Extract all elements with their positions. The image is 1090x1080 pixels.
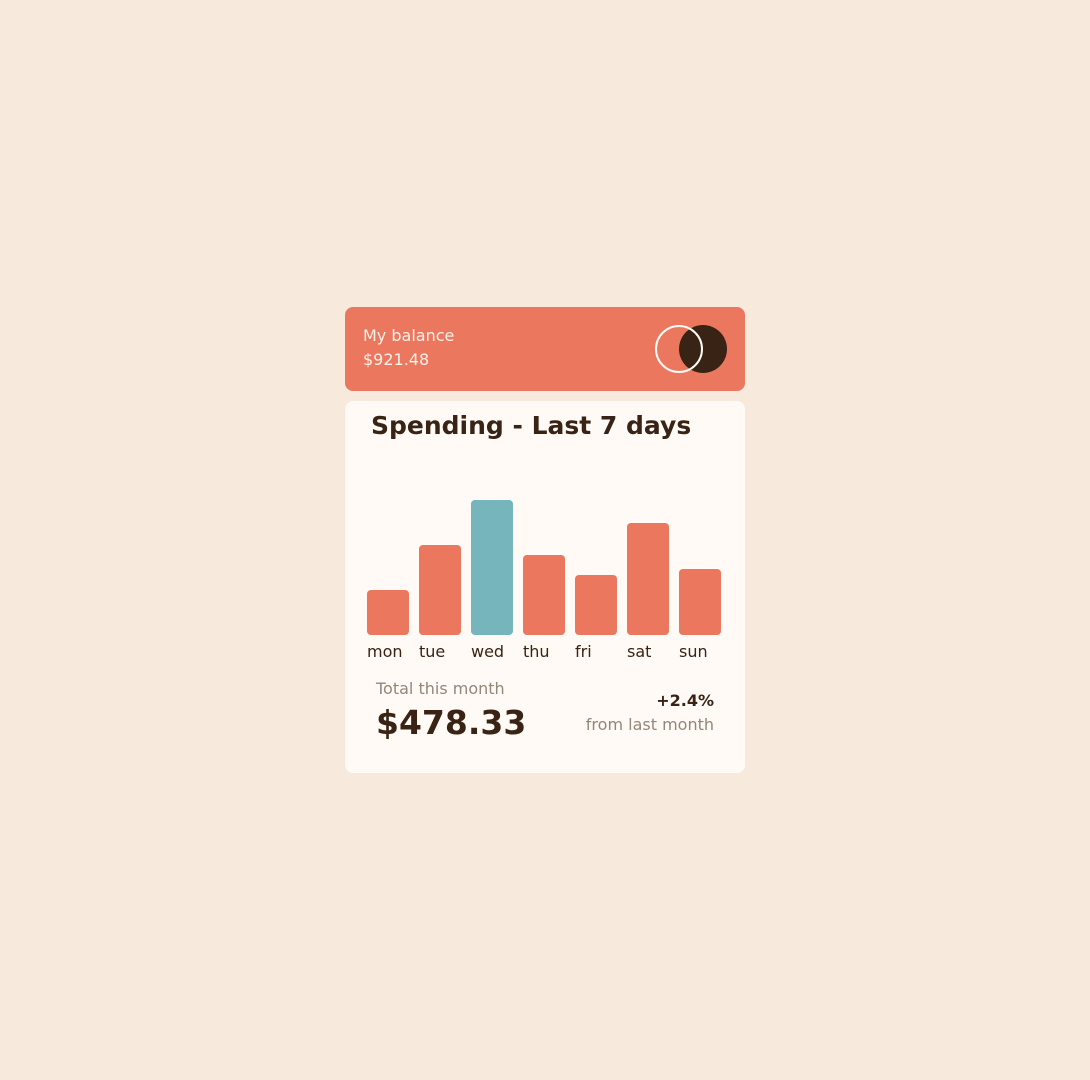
bar-tue[interactable] [419,545,461,635]
bar-sun[interactable] [679,569,721,635]
change-label: from last month [585,715,714,734]
day-label-tue: tue [419,642,446,661]
day-label-mon: mon [367,642,403,661]
day-label-thu: thu [523,642,550,661]
change-percent: +2.4% [656,691,714,710]
spending-chart: mon tue wed thu fri sat sun [367,481,723,661]
day-label-wed: wed [471,642,505,661]
bar-wed[interactable] [471,500,513,635]
bar-thu[interactable] [523,555,565,635]
total-amount: $478.33 [376,703,527,742]
total-label: Total this month [376,679,505,698]
day-label-sun: sun [679,642,708,661]
day-label-fri: fri [575,642,592,661]
day-label-sat: sat [627,642,652,661]
spending-card: Spending - Last 7 days mon tue wed thu fri sa… [345,401,745,773]
spending-title: Spending - Last 7 days [371,411,692,440]
bar-sat[interactable] [627,523,669,635]
bar-mon[interactable] [367,590,409,635]
balance-amount: $921.48 [363,350,430,369]
bar-fri[interactable] [575,575,617,635]
balance-card: My balance $921.48 [345,307,745,391]
two-circles-logo-icon [655,325,727,373]
balance-label: My balance [363,326,455,345]
